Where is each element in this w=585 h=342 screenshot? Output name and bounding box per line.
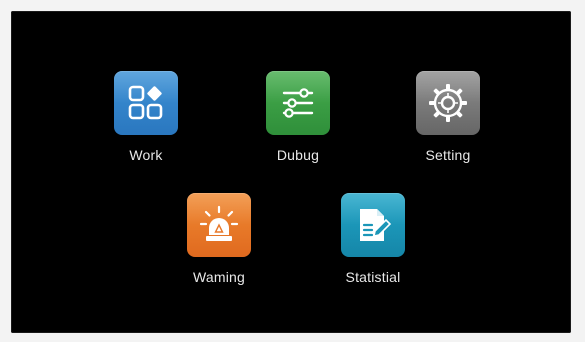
grid-apps-icon <box>128 85 163 120</box>
warning-app-button[interactable]: Waming <box>169 193 269 285</box>
debug-app-tile[interactable] <box>266 71 330 135</box>
setting-app-label: Setting <box>425 147 471 163</box>
statistial-app-tile[interactable] <box>341 193 405 257</box>
debug-app-label: Dubug <box>276 147 320 163</box>
work-app-button[interactable]: Work <box>96 71 196 163</box>
setting-app-button[interactable]: Setting <box>398 71 498 163</box>
device-frame: Work Dubug Setting Waming Statistial <box>0 0 585 342</box>
sliders-icon <box>282 88 314 118</box>
warning-app-label: Waming <box>192 269 246 285</box>
debug-app-button[interactable]: Dubug <box>248 71 348 163</box>
alarm-light-icon <box>199 205 239 241</box>
work-app-label: Work <box>129 147 163 163</box>
gear-icon <box>429 84 467 122</box>
setting-app-tile[interactable] <box>416 71 480 135</box>
statistial-app-label: Statistial <box>345 269 401 285</box>
warning-app-tile[interactable] <box>187 193 251 257</box>
document-edit-icon <box>360 209 392 241</box>
statistial-app-button[interactable]: Statistial <box>323 193 423 285</box>
work-app-tile[interactable] <box>114 71 178 135</box>
main-menu-screen: Work Dubug Setting Waming Statistial <box>11 11 571 333</box>
